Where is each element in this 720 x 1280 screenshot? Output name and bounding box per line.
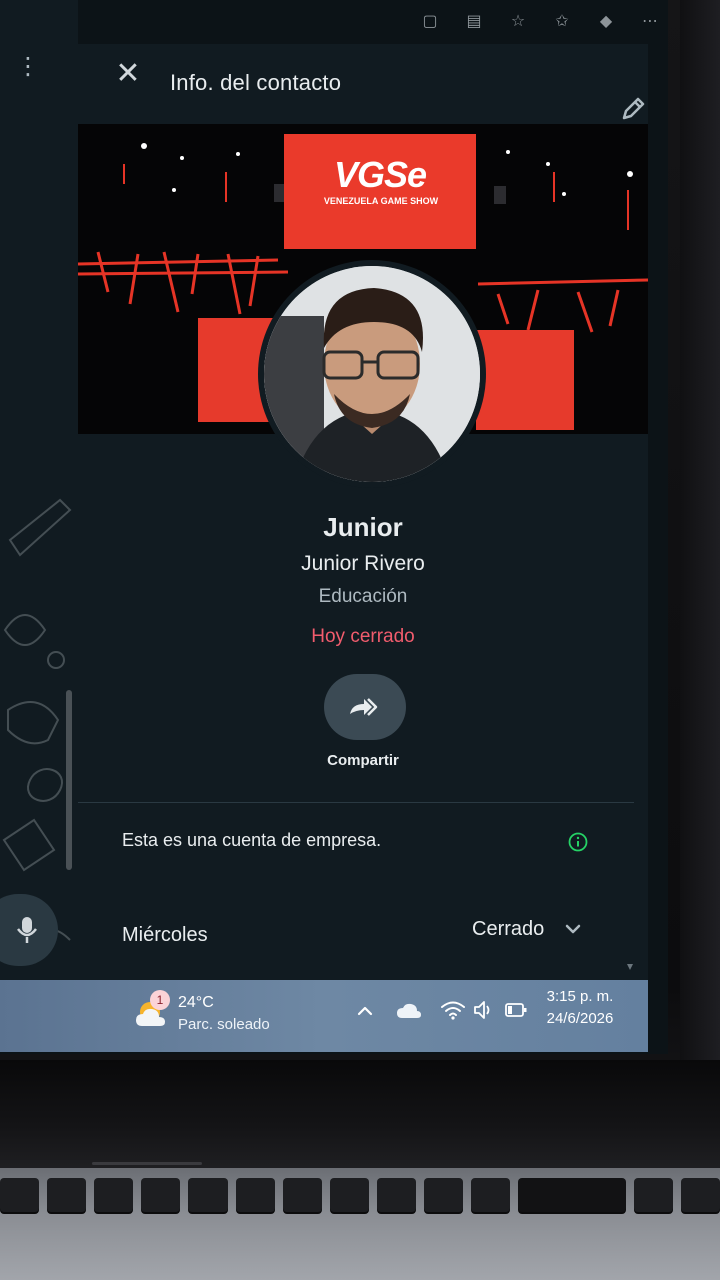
keyboard-key <box>235 1178 275 1212</box>
keyboard-key <box>423 1178 464 1212</box>
cover-red-panel <box>476 330 574 430</box>
contact-name: Junior <box>323 512 403 542</box>
keyboard-key <box>329 1178 369 1212</box>
keyboard-key <box>0 1178 40 1212</box>
share-button[interactable] <box>324 674 406 740</box>
contact-info-drawer: ✕ Info. del contacto VGSe VENEZUELA GAME… <box>78 44 648 980</box>
keyboard-key <box>94 1178 134 1212</box>
info-icon[interactable] <box>568 832 588 852</box>
avatar[interactable] <box>258 260 486 488</box>
clock-date[interactable]: 24/6/2026 <box>540 1010 620 1027</box>
chevron-up-icon[interactable] <box>354 1000 376 1022</box>
more-options-icon[interactable]: ⋯ <box>640 12 660 32</box>
chevron-down-icon[interactable] <box>562 918 584 940</box>
browser-toolbar: ▢ ▤ ☆ ✩ ◆ ⋯ <box>410 0 668 44</box>
forward-icon <box>350 698 378 716</box>
business-account-note: Esta es una cuenta de empresa. <box>122 830 382 850</box>
notification-badge: 1 <box>150 990 170 1010</box>
mic-icon <box>17 917 37 943</box>
favorite-star-icon[interactable]: ☆ <box>508 12 528 32</box>
weather-description[interactable]: Parc. soleado <box>178 1016 270 1033</box>
cover-event-sign: VGSe VENEZUELA GAME SHOW <box>284 134 476 249</box>
weather-temperature[interactable]: 24°C <box>178 994 214 1012</box>
section-divider <box>78 802 634 803</box>
business-hours-status: Hoy cerrado <box>311 626 415 647</box>
keyboard-key <box>47 1178 87 1212</box>
drawer-scrollbar[interactable] <box>626 124 634 974</box>
cover-logo: VGSe <box>333 154 427 195</box>
chat-scrollbar[interactable] <box>66 690 72 870</box>
hinge-highlight <box>92 1162 202 1165</box>
tab-icon[interactable]: ▢ <box>420 12 440 32</box>
keyboard-key <box>376 1178 416 1212</box>
keyboard-key <box>471 1178 511 1212</box>
taskbar: 1 24°C Parc. soleado 3:15 p. m. 24/6/202… <box>0 980 648 1052</box>
keyboard-key <box>141 1178 181 1212</box>
clock-time[interactable]: 3:15 p. m. <box>540 988 620 1005</box>
keyboard-keys <box>0 1178 720 1218</box>
keyboard-key <box>633 1178 673 1212</box>
extension-icon[interactable]: ◆ <box>596 12 616 32</box>
onedrive-cloud-icon[interactable] <box>396 1000 422 1022</box>
keyboard-key <box>282 1178 322 1212</box>
close-icon[interactable]: ✕ <box>114 59 142 89</box>
profile-photo-illustration <box>264 266 480 482</box>
wifi-icon[interactable] <box>440 998 466 1022</box>
cover-logo-subtitle: VENEZUELA GAME SHOW <box>323 196 439 206</box>
business-category: Educación <box>318 586 408 607</box>
business-hours-day[interactable]: Miércoles <box>122 924 208 947</box>
profile-photo <box>264 266 480 482</box>
reader-icon[interactable]: ▤ <box>464 12 484 32</box>
share-label: Compartir <box>327 752 399 769</box>
business-hours-state[interactable]: Cerrado <box>472 918 544 941</box>
drawer-title: Info. del contacto <box>170 70 342 95</box>
kebab-menu-icon[interactable]: ⋮ <box>16 52 40 82</box>
volume-icon[interactable] <box>472 998 496 1022</box>
laptop-frame-edge <box>680 0 720 1160</box>
pencil-icon[interactable] <box>618 94 648 124</box>
keyboard-key <box>680 1178 720 1212</box>
drawer-header: ✕ Info. del contacto <box>78 44 648 124</box>
laptop-hinge <box>0 1060 720 1170</box>
favorites-list-icon[interactable]: ✩ <box>552 12 572 32</box>
keyboard-key <box>188 1178 228 1212</box>
laptop-screen: ▢ ▤ ☆ ✩ ◆ ⋯ ⋮ ✕ Info. del contacto VGSe … <box>0 0 668 1054</box>
chat-pane: ⋮ <box>0 0 78 980</box>
contact-full-name: Junior Rivero <box>301 552 425 575</box>
keyboard-key <box>518 1178 626 1212</box>
battery-icon[interactable] <box>504 1000 528 1020</box>
